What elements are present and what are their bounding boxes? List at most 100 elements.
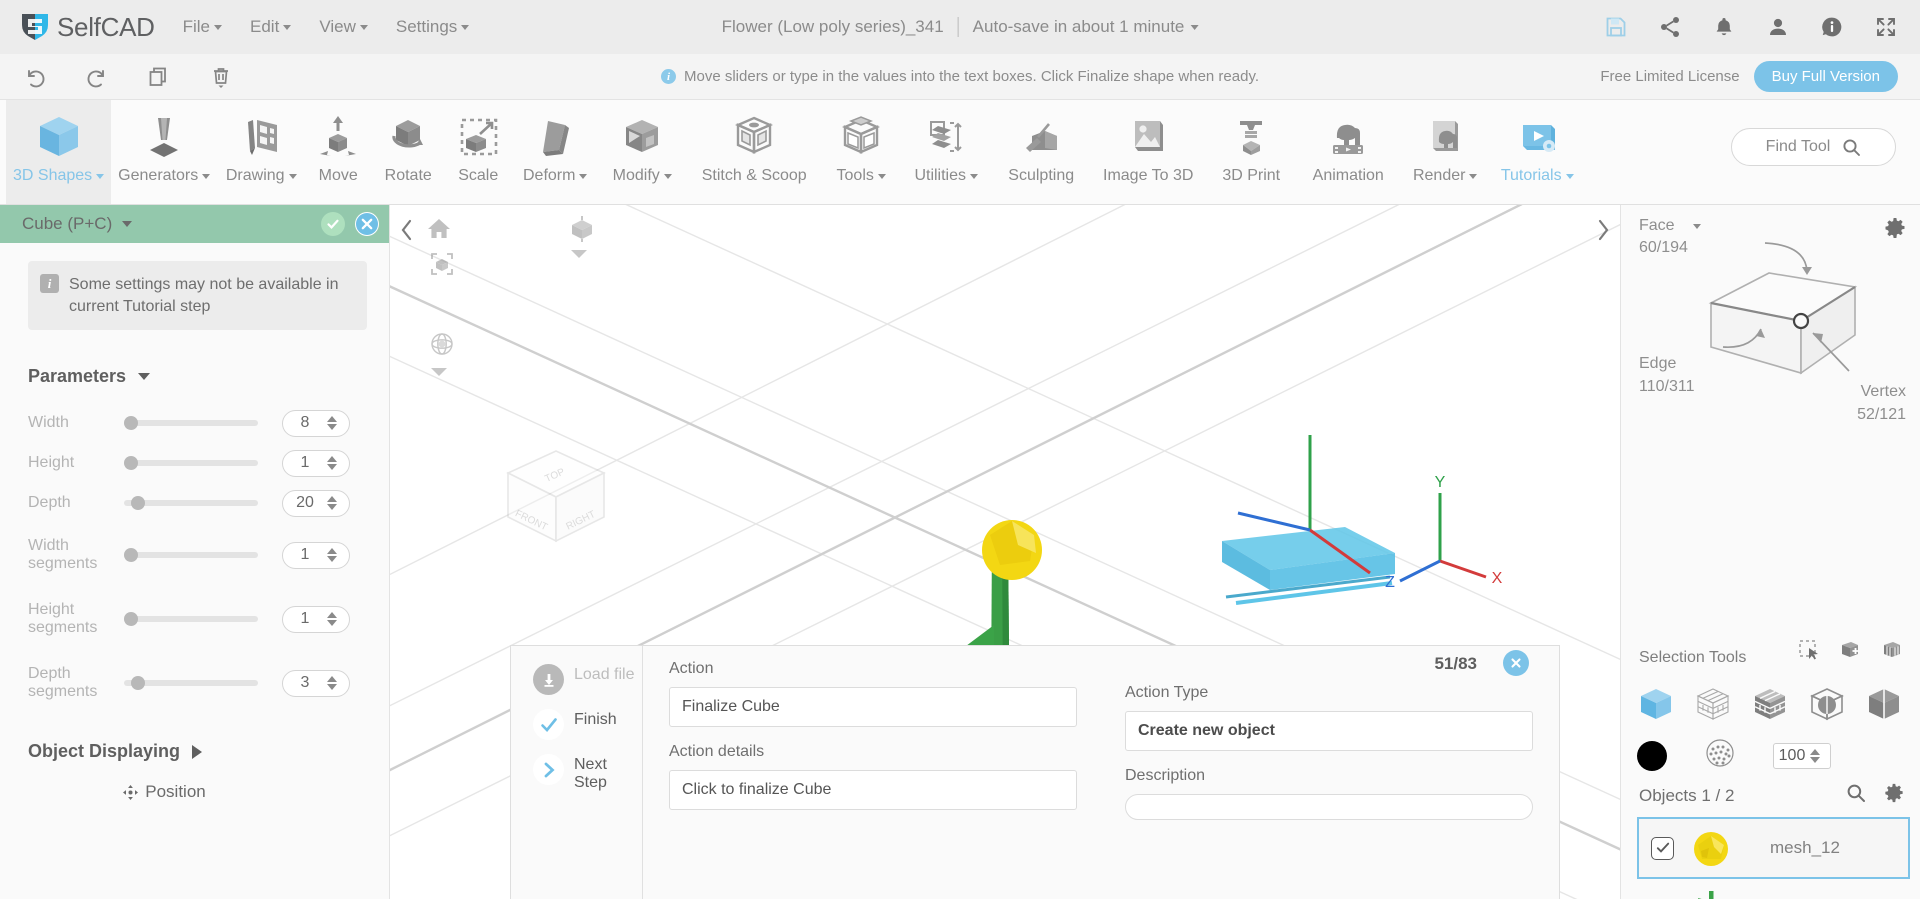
stepper-down-icon[interactable]	[327, 684, 337, 691]
rect-select-icon[interactable]	[1798, 639, 1820, 666]
slider-thumb[interactable]	[131, 676, 145, 691]
collapse-right-panel-button[interactable]	[1588, 215, 1618, 245]
position-button[interactable]: Position	[0, 782, 389, 802]
parameter-input-height[interactable]	[283, 454, 327, 473]
parameter-slider-height[interactable]	[124, 456, 258, 471]
half-select-icon[interactable]	[1865, 685, 1903, 728]
color-swatch[interactable]	[1637, 740, 1667, 771]
left-panel-title[interactable]: Cube (P+C)	[22, 214, 133, 234]
ribbon-item-tools[interactable]: Tools	[823, 100, 899, 204]
delete-icon[interactable]	[208, 64, 234, 90]
texture-icon[interactable]	[1705, 738, 1735, 773]
fit-to-view-icon[interactable]	[430, 252, 454, 281]
stepper-up-icon[interactable]	[327, 456, 337, 463]
save-icon[interactable]	[1604, 15, 1628, 39]
close-tutorial-button[interactable]	[1503, 650, 1529, 676]
slider-thumb[interactable]	[124, 612, 138, 627]
parameter-stepper-width[interactable]	[282, 409, 350, 437]
parameter-input-depth[interactable]	[283, 494, 327, 513]
stepper-down-icon[interactable]	[327, 620, 337, 627]
object-row-mesh-12[interactable]: mesh_12	[1637, 817, 1910, 879]
stepper-down-icon[interactable]	[1810, 756, 1820, 763]
sphere-select-icon[interactable]	[1808, 685, 1846, 728]
menu-item-view[interactable]: View	[319, 17, 368, 37]
info-icon[interactable]	[1820, 15, 1844, 39]
object-row-union-1[interactable]: union_1	[1637, 879, 1910, 899]
slider-thumb[interactable]	[124, 548, 138, 563]
object-visibility-checkbox[interactable]	[1651, 836, 1674, 860]
stepper-down-icon[interactable]	[327, 504, 337, 511]
menu-item-file[interactable]: File	[183, 17, 223, 37]
cancel-button[interactable]	[355, 212, 379, 236]
action-input[interactable]	[669, 687, 1077, 727]
parameter-slider-height-segments[interactable]	[124, 612, 258, 627]
ribbon-item-3d-shapes[interactable]: 3D Shapes	[6, 100, 112, 204]
grid-select-icon[interactable]	[1751, 685, 1789, 728]
selection-mode-vertex[interactable]: Vertex 52/121	[1857, 383, 1906, 424]
parameter-stepper-height-segments[interactable]	[282, 605, 350, 633]
home-icon[interactable]	[426, 216, 452, 247]
stepper-up-icon[interactable]	[327, 496, 337, 503]
ribbon-item-tutorials[interactable]: Tutorials	[1489, 100, 1585, 204]
stepper-up-icon[interactable]	[327, 416, 337, 423]
ribbon-item-stitch-scoop[interactable]: Stitch & Scoop	[685, 100, 823, 204]
gear-icon[interactable]	[1884, 783, 1904, 808]
stepper-up-icon[interactable]	[327, 612, 337, 619]
parameter-slider-depth-segments[interactable]	[124, 676, 258, 691]
action-details-input[interactable]	[669, 770, 1077, 810]
action-type-input[interactable]	[1125, 711, 1533, 751]
ribbon-item-render[interactable]: Render	[1401, 100, 1489, 204]
slider-thumb[interactable]	[124, 416, 138, 431]
redo-icon[interactable]	[84, 64, 110, 90]
stepper-down-icon[interactable]	[327, 464, 337, 471]
search-icon[interactable]	[1846, 783, 1866, 808]
parameter-slider-width-segments[interactable]	[124, 548, 258, 563]
ribbon-item-sculpting[interactable]: Sculpting	[993, 100, 1089, 204]
tutorial-step-next[interactable]: Next Step	[533, 754, 642, 793]
stepper-down-icon[interactable]	[327, 424, 337, 431]
parameter-stepper-depth[interactable]	[282, 489, 350, 517]
description-input[interactable]	[1125, 794, 1533, 820]
stepper-up-icon[interactable]	[1810, 748, 1820, 755]
chevron-down-icon[interactable]	[430, 365, 448, 383]
ribbon-item-3d-print[interactable]: 3D Print	[1207, 100, 1295, 204]
parameter-stepper-height[interactable]	[282, 449, 350, 477]
parameter-slider-width[interactable]	[124, 416, 258, 431]
bell-icon[interactable]	[1712, 15, 1736, 39]
ribbon-item-animation[interactable]: Animation	[1295, 100, 1401, 204]
ribbon-item-deform[interactable]: Deform	[511, 100, 599, 204]
parameter-stepper-width-segments[interactable]	[282, 541, 350, 569]
stepper-up-icon[interactable]	[327, 548, 337, 555]
ribbon-item-utilities[interactable]: Utilities	[899, 100, 993, 204]
ribbon-item-drawing[interactable]: Drawing	[217, 100, 305, 204]
ribbon-item-modify[interactable]: Modify	[599, 100, 685, 204]
ribbon-item-image-to-3d[interactable]: Image To 3D	[1089, 100, 1207, 204]
object-displaying-section-header[interactable]: Object Displaying	[28, 741, 389, 762]
chevron-down-icon[interactable]	[570, 247, 588, 265]
stepper-up-icon[interactable]	[327, 676, 337, 683]
parameter-input-depth-segments[interactable]	[283, 674, 327, 693]
tutorial-step-finish[interactable]: Finish	[533, 709, 642, 740]
slider-thumb[interactable]	[131, 496, 145, 511]
user-icon[interactable]	[1766, 15, 1790, 39]
menu-item-settings[interactable]: Settings	[396, 17, 470, 37]
tutorial-step-load-file[interactable]: Load file	[533, 664, 642, 695]
loop-selection-icon[interactable]	[1880, 639, 1904, 666]
ribbon-item-rotate[interactable]: Rotate	[371, 100, 445, 204]
brand-logo[interactable]: SelfCAD	[18, 10, 155, 44]
buy-full-version-button[interactable]: Buy Full Version	[1753, 61, 1898, 92]
share-icon[interactable]	[1658, 15, 1682, 39]
slider-thumb[interactable]	[124, 456, 138, 471]
add-selection-icon[interactable]	[1838, 639, 1862, 666]
wireframe-select-icon[interactable]	[1694, 685, 1732, 728]
menu-item-edit[interactable]: Edit	[250, 17, 292, 37]
selection-mode-edge[interactable]: Edge 110/311	[1639, 355, 1694, 396]
parameter-input-height-segments[interactable]	[283, 610, 327, 629]
ribbon-item-move[interactable]: Move	[305, 100, 371, 204]
parameter-stepper-depth-segments[interactable]	[282, 669, 350, 697]
view-cube-toggle-icon[interactable]	[568, 215, 596, 248]
opacity-input[interactable]	[1774, 746, 1810, 765]
autosave-status[interactable]: Auto-save in about 1 minute	[973, 17, 1199, 37]
parameter-slider-depth[interactable]	[124, 496, 258, 511]
collapse-left-panel-button[interactable]	[392, 215, 422, 245]
